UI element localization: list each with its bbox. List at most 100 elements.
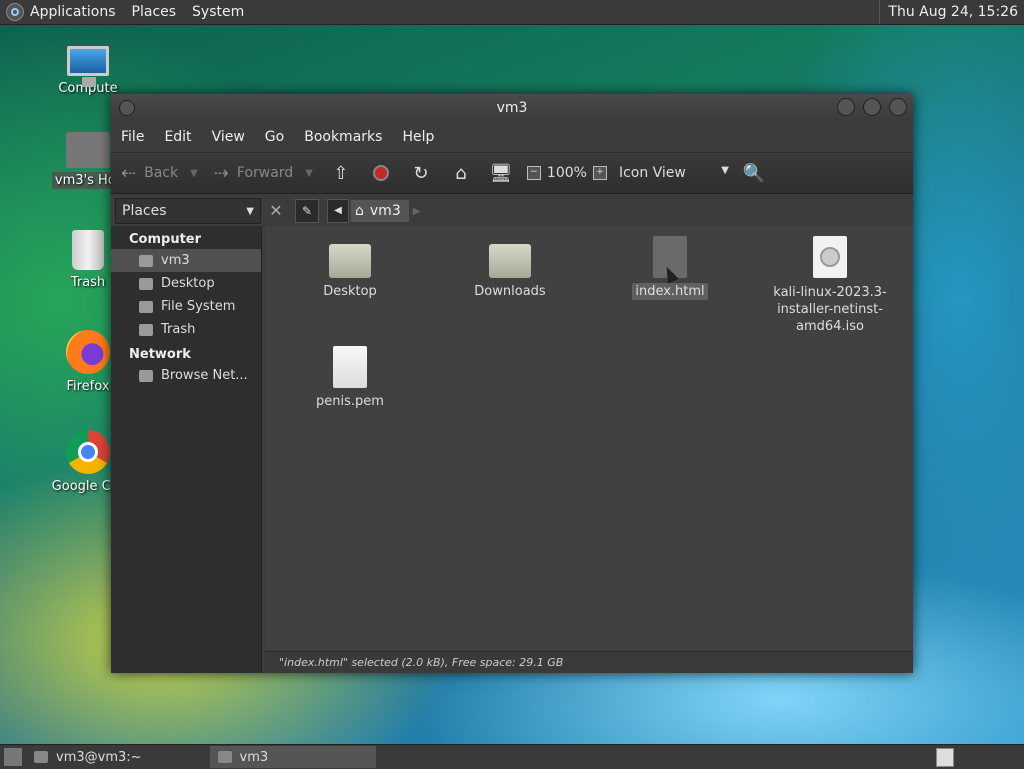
- location-bar: Places ▼ ✕ ✎ ◀ ⌂ vm3 ▶: [111, 194, 913, 228]
- file-name-line: amd64.iso: [796, 319, 864, 334]
- computer-icon[interactable]: 🖥: [489, 162, 512, 184]
- disc-image-icon: [813, 236, 847, 278]
- menu-system[interactable]: System: [192, 4, 244, 20]
- chevron-down-icon: ▼: [246, 205, 254, 217]
- maximize-button[interactable]: [863, 98, 881, 116]
- forward-button[interactable]: ⇢ Forward ▼: [214, 163, 313, 184]
- file-name: Desktop: [323, 284, 377, 299]
- taskbar-item-label: vm3: [239, 749, 269, 765]
- stop-icon: [372, 165, 389, 181]
- forward-history-dropdown[interactable]: ▼: [305, 168, 313, 179]
- show-desktop-icon[interactable]: [4, 748, 22, 766]
- breadcrumb-vm3[interactable]: ⌂ vm3: [351, 200, 409, 222]
- stop-button[interactable]: [370, 162, 392, 184]
- file-item-kali-iso[interactable]: kali-linux-2023.3- installer-netinst- am…: [765, 236, 895, 335]
- file-item-desktop[interactable]: Desktop: [285, 236, 415, 299]
- up-arrow-icon[interactable]: ⇧: [330, 162, 352, 184]
- breadcrumb-label: vm3: [369, 203, 401, 219]
- text-file-icon: [333, 346, 367, 388]
- menu-applications[interactable]: Applications: [30, 4, 116, 20]
- path-bar: ✎ ◀ ⌂ vm3 ▶: [295, 194, 420, 228]
- menu-places[interactable]: Places: [132, 4, 177, 20]
- home-icon: [139, 254, 153, 267]
- window-menu-button[interactable]: [119, 100, 135, 116]
- sidebar-item-desktop[interactable]: Desktop: [111, 272, 261, 295]
- sidebar-item-label: vm3: [161, 253, 190, 268]
- file-name: penis.pem: [316, 394, 384, 409]
- menu-help[interactable]: Help: [402, 129, 434, 145]
- menu-view[interactable]: View: [212, 129, 245, 145]
- zoom-out-icon[interactable]: −: [526, 166, 541, 180]
- computer-icon: [67, 46, 109, 87]
- sidebar-item-browse-network[interactable]: Browse Net...: [111, 364, 261, 387]
- top-panel: Applications Places System Thu Aug 24, 1…: [0, 0, 1024, 25]
- back-button[interactable]: ⇠ Back ▼: [121, 163, 198, 184]
- path-left-arrow-icon[interactable]: ◀: [327, 199, 349, 223]
- desktop-icon-label: Trash: [70, 275, 106, 290]
- menu-bookmarks[interactable]: Bookmarks: [304, 129, 382, 145]
- taskbar-item-vm3[interactable]: vm3: [209, 746, 376, 768]
- file-name-line: kali-linux-2023.3-: [773, 285, 887, 300]
- file-manager-window: vm3 File Edit View Go Bookmarks Help ⇠ B…: [111, 94, 913, 673]
- sidebar-item-label: Trash: [161, 322, 196, 337]
- terminal-icon: [34, 751, 48, 763]
- file-name: kali-linux-2023.3- installer-netinst- am…: [765, 284, 895, 335]
- firefox-icon: [66, 330, 110, 374]
- home-folder-icon: [217, 751, 232, 763]
- menu-edit[interactable]: Edit: [164, 129, 191, 145]
- file-item-downloads[interactable]: Downloads: [445, 236, 575, 299]
- window-title: vm3: [496, 100, 528, 116]
- status-bar: "index.html" selected (2.0 kB), Free spa…: [265, 651, 913, 673]
- file-name-line: installer-netinst-: [777, 302, 883, 317]
- sidebar-item-label: Browse Net...: [161, 368, 248, 383]
- close-button[interactable]: [889, 98, 907, 116]
- file-name: Downloads: [474, 284, 546, 299]
- kali-menu-icon[interactable]: [6, 3, 24, 21]
- path-right-arrow-icon[interactable]: ▶: [413, 206, 421, 217]
- forward-label: Forward: [236, 165, 294, 181]
- taskbar-item-label: vm3@vm3:~: [56, 749, 142, 765]
- desktop-folder-icon: [139, 277, 153, 290]
- zoom-in-icon[interactable]: +: [592, 166, 607, 180]
- window-titlebar[interactable]: vm3: [111, 94, 913, 122]
- home-icon: ⌂: [355, 203, 364, 219]
- back-history-dropdown[interactable]: ▼: [190, 168, 198, 179]
- sidebar-item-trash[interactable]: Trash: [111, 318, 261, 341]
- sidebar-item-label: Desktop: [161, 276, 215, 291]
- sidebar-item-label: File System: [161, 299, 236, 314]
- home-icon[interactable]: ⌂: [450, 162, 472, 184]
- sidebar-select[interactable]: Places ▼: [115, 198, 261, 224]
- close-sidebar-icon[interactable]: ✕: [265, 200, 287, 222]
- view-mode-select[interactable]: Icon View ▼: [619, 165, 729, 181]
- taskbar-item-terminal[interactable]: vm3@vm3:~: [26, 746, 150, 768]
- sidebar-select-label: Places: [122, 203, 167, 219]
- file-name: index.html: [632, 283, 708, 300]
- toolbar: ⇠ Back ▼ ⇢ Forward ▼ ⇧ ↻ ⌂ 🖥 − 100% + Ic…: [111, 152, 913, 194]
- folder-icon: [489, 244, 531, 278]
- menubar: File Edit View Go Bookmarks Help: [111, 122, 913, 152]
- search-icon[interactable]: 🔍: [743, 162, 765, 184]
- edit-location-icon[interactable]: ✎: [295, 199, 319, 223]
- sidebar-section-network: Network: [129, 347, 191, 362]
- drive-icon: [139, 300, 153, 313]
- sidebar-item-file-system[interactable]: File System: [111, 295, 261, 318]
- file-view[interactable]: Desktop Downloads index.html kali-linux-…: [265, 226, 913, 651]
- folder-icon: [329, 244, 371, 278]
- zoom-level[interactable]: 100%: [547, 165, 587, 181]
- back-arrow-icon: ⇠: [121, 162, 137, 184]
- menu-go[interactable]: Go: [265, 129, 284, 145]
- trash-icon: [139, 323, 153, 336]
- desktop-icon-computer[interactable]: Compute: [38, 46, 138, 97]
- forward-arrow-icon: ⇢: [213, 162, 229, 184]
- reload-icon[interactable]: ↻: [410, 162, 432, 184]
- clock[interactable]: Thu Aug 24, 15:26: [879, 0, 1024, 24]
- menu-file[interactable]: File: [121, 129, 144, 145]
- chevron-down-icon: ▼: [721, 165, 729, 176]
- chrome-icon: [66, 430, 110, 474]
- desktop-icon-label: Firefox: [66, 379, 110, 394]
- file-item-pem[interactable]: penis.pem: [285, 346, 415, 409]
- workspace-switcher[interactable]: [936, 748, 954, 767]
- minimize-button[interactable]: [837, 98, 855, 116]
- back-label: Back: [144, 165, 179, 181]
- sidebar-item-vm3[interactable]: vm3: [111, 249, 261, 272]
